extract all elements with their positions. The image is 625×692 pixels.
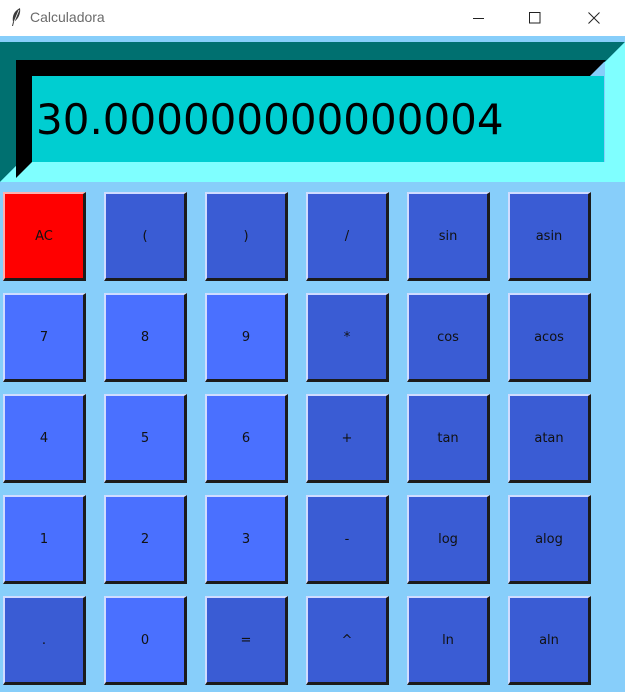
digit-3-button[interactable]: 3 — [205, 495, 288, 584]
feather-icon — [8, 7, 24, 27]
minimize-button[interactable] — [456, 0, 502, 36]
display-value: 30.000000000000004 — [36, 95, 504, 144]
digit-2-button[interactable]: 2 — [104, 495, 187, 584]
add-button[interactable]: + — [306, 394, 389, 483]
clear-button[interactable]: AC — [3, 192, 86, 281]
digit-7-button[interactable]: 7 — [3, 293, 86, 382]
divide-button[interactable]: / — [306, 192, 389, 281]
maximize-icon — [529, 9, 541, 28]
equals-button[interactable]: = — [205, 596, 288, 685]
digit-6-button[interactable]: 6 — [205, 394, 288, 483]
display-panel: 30.000000000000004 — [0, 42, 625, 182]
multiply-button[interactable]: * — [306, 293, 389, 382]
aln-button[interactable]: aln — [508, 596, 591, 685]
asin-button[interactable]: asin — [508, 192, 591, 281]
calculator-body: 30.000000000000004 AC ( ) / sin asin 7 8… — [0, 36, 625, 692]
close-icon — [588, 9, 600, 28]
tan-button[interactable]: tan — [407, 394, 490, 483]
digit-4-button[interactable]: 4 — [3, 394, 86, 483]
open-paren-button[interactable]: ( — [104, 192, 187, 281]
maximize-button[interactable] — [512, 0, 558, 36]
window-title: Calculadora — [30, 9, 105, 25]
power-button[interactable]: ^ — [306, 596, 389, 685]
title-bar: Calculadora — [0, 0, 625, 36]
digit-1-button[interactable]: 1 — [3, 495, 86, 584]
digit-9-button[interactable]: 9 — [205, 293, 288, 382]
acos-button[interactable]: acos — [508, 293, 591, 382]
sin-button[interactable]: sin — [407, 192, 490, 281]
cos-button[interactable]: cos — [407, 293, 490, 382]
close-button[interactable] — [571, 0, 617, 36]
close-paren-button[interactable]: ) — [205, 192, 288, 281]
digit-8-button[interactable]: 8 — [104, 293, 187, 382]
subtract-button[interactable]: - — [306, 495, 389, 584]
digit-5-button[interactable]: 5 — [104, 394, 187, 483]
digit-0-button[interactable]: 0 — [104, 596, 187, 685]
alog-button[interactable]: alog — [508, 495, 591, 584]
atan-button[interactable]: atan — [508, 394, 591, 483]
decimal-point-button[interactable]: . — [3, 596, 86, 685]
log-button[interactable]: log — [407, 495, 490, 584]
minimize-icon — [473, 9, 485, 28]
ln-button[interactable]: ln — [407, 596, 490, 685]
keypad: AC ( ) / sin asin 7 8 9 * cos acos 4 5 6… — [3, 192, 591, 685]
